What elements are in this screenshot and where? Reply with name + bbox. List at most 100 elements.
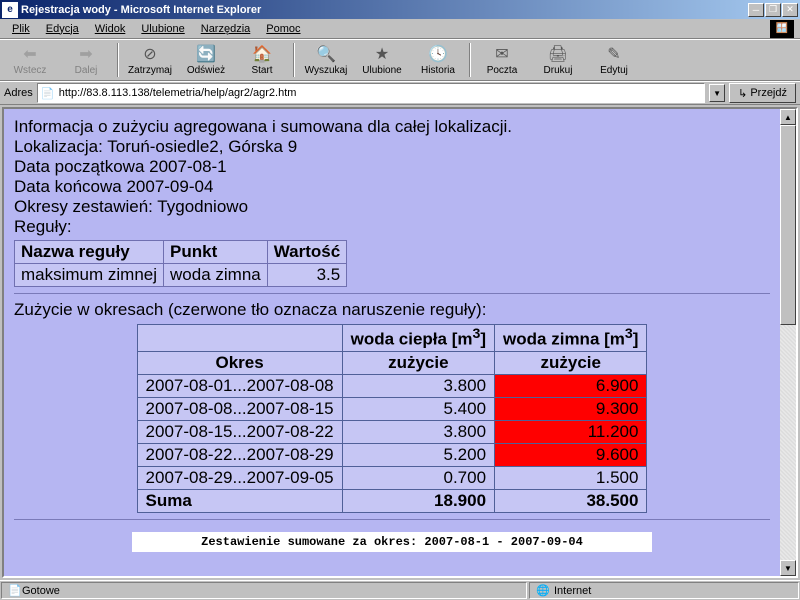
menu-help[interactable]: Pomoc [260,21,306,37]
rule-name: maksimum zimnej [15,264,164,287]
scroll-up-button[interactable]: ▲ [780,109,796,125]
usage-row: 2007-08-29...2007-09-050.7001.500 [137,466,647,489]
edit-icon: ✎ [604,44,624,64]
usage-cold: 9.300 [495,397,647,420]
usage-col-cold-sub: zużycie [495,351,647,374]
address-input[interactable]: 📄 http://83.8.113.138/telemetria/help/ag… [37,83,705,103]
rules-row: maksimum zimnej woda zimna 3.5 [15,264,347,287]
go-icon: ↳ [738,87,747,100]
info-line1: Informacja o zużyciu agregowana i sumowa… [14,117,770,137]
home-button[interactable]: 🏠Start [235,41,289,79]
scroll-thumb[interactable] [780,125,796,325]
print-button[interactable]: 🖨Drukuj [531,41,585,79]
usage-period: 2007-08-15...2007-08-22 [137,420,342,443]
usage-hot: 3.800 [342,420,494,443]
rules-header-value: Wartość [267,241,346,264]
sum-cold: 38.500 [495,489,647,512]
mail-icon: ✉ [492,44,512,64]
sum-label: Suma [137,489,342,512]
refresh-button[interactable]: 🔄Odśwież [179,41,233,79]
print-icon: 🖨 [548,44,568,64]
usage-cold: 6.900 [495,374,647,397]
usage-cold: 9.600 [495,443,647,466]
usage-col-period: Okres [137,351,342,374]
globe-icon: 🌐 [536,584,550,598]
status-zone: 🌐 Internet [529,582,799,599]
window-title: Rejestracja wody - Microsoft Internet Ex… [21,4,748,16]
usage-col-cold: woda zimna [m3] [495,325,647,352]
rules-label: Reguły: [14,217,770,237]
usage-period: 2007-08-22...2007-08-29 [137,443,342,466]
sum-hot: 18.900 [342,489,494,512]
menubar: Plik Edycja Widok Ulubione Narzędzia Pom… [0,19,800,39]
usage-hot: 5.200 [342,443,494,466]
back-button[interactable]: ⬅Wstecz [3,41,57,79]
close-button[interactable]: ✕ [782,3,798,17]
toolbar-separator [293,43,295,77]
bottom-text: Zestawienie sumowane za okres: 2007-08-1… [132,532,652,552]
titlebar: e Rejestracja wody - Microsoft Internet … [0,0,800,19]
stop-button[interactable]: ⊘Zatrzymaj [123,41,177,79]
usage-col-empty [137,325,342,352]
history-button[interactable]: 🕓Historia [411,41,465,79]
usage-row: 2007-08-15...2007-08-223.80011.200 [137,420,647,443]
page-content: Informacja o zużyciu agregowana i sumowa… [4,109,780,576]
scroll-down-button[interactable]: ▼ [780,560,796,576]
usage-hot: 3.800 [342,374,494,397]
usage-period: 2007-08-01...2007-08-08 [137,374,342,397]
search-icon: 🔍 [316,44,336,64]
date-end-line: Data końcowa 2007-09-04 [14,177,770,197]
statusbar: 📄 Gotowe 🌐 Internet [0,580,800,600]
rule-point: woda zimna [164,264,268,287]
menu-tools[interactable]: Narzędzia [195,21,257,37]
ie-logo-icon: 🪟 [770,20,794,38]
content-frame: Informacja o zużyciu agregowana i sumowa… [2,107,798,578]
usage-sum-row: Suma 18.900 38.500 [137,489,647,512]
stop-icon: ⊘ [140,44,160,64]
rules-table: Nazwa reguły Punkt Wartość maksimum zimn… [14,240,347,287]
app-icon: e [2,2,18,18]
go-button[interactable]: ↳Przejdź [729,83,796,103]
menu-edit[interactable]: Edycja [40,21,85,37]
rules-header-point: Punkt [164,241,268,264]
address-dropdown[interactable]: ▼ [709,84,725,102]
star-icon: ★ [372,44,392,64]
page-icon: 📄 [40,85,56,101]
usage-row: 2007-08-08...2007-08-155.4009.300 [137,397,647,420]
usage-col-hot-sub: zużycie [342,351,494,374]
rule-value: 3.5 [267,264,346,287]
bottom-snippet: Zestawienie sumowane za okres: 2007-08-1… [14,532,770,552]
toolbar: ⬅Wstecz ➡Dalej ⊘Zatrzymaj 🔄Odśwież 🏠Star… [0,39,800,81]
edit-button[interactable]: ✎Edytuj [587,41,641,79]
back-icon: ⬅ [20,44,40,64]
usage-table: woda ciepła [m3] woda zimna [m3] Okres z… [137,324,648,513]
toolbar-separator [117,43,119,77]
usage-col-hot: woda ciepła [m3] [342,325,494,352]
history-icon: 🕓 [428,44,448,64]
search-button[interactable]: 🔍Wyszukaj [299,41,353,79]
minimize-button[interactable]: ─ [748,3,764,17]
forward-button[interactable]: ➡Dalej [59,41,113,79]
home-icon: 🏠 [252,44,272,64]
periods-line: Okresy zestawień: Tygodniowo [14,197,770,217]
maximize-button[interactable]: ❐ [765,3,781,17]
address-bar: Adres 📄 http://83.8.113.138/telemetria/h… [0,81,800,105]
usage-row: 2007-08-01...2007-08-083.8006.900 [137,374,647,397]
usage-cold: 1.500 [495,466,647,489]
menu-favorites[interactable]: Ulubione [135,21,190,37]
favorites-button[interactable]: ★Ulubione [355,41,409,79]
usage-period: 2007-08-29...2007-09-05 [137,466,342,489]
address-label: Adres [4,87,33,99]
menu-view[interactable]: Widok [89,21,132,37]
vertical-scrollbar[interactable]: ▲ ▼ [780,109,796,576]
usage-hot: 5.400 [342,397,494,420]
menu-file[interactable]: Plik [6,21,36,37]
mail-button[interactable]: ✉Poczta [475,41,529,79]
status-ready: 📄 Gotowe [1,582,527,599]
usage-row: 2007-08-22...2007-08-295.2009.600 [137,443,647,466]
refresh-icon: 🔄 [196,44,216,64]
usage-heading: Zużycie w okresach (czerwone tło oznacza… [14,300,770,320]
toolbar-separator [469,43,471,77]
usage-period: 2007-08-08...2007-08-15 [137,397,342,420]
rules-header-name: Nazwa reguły [15,241,164,264]
